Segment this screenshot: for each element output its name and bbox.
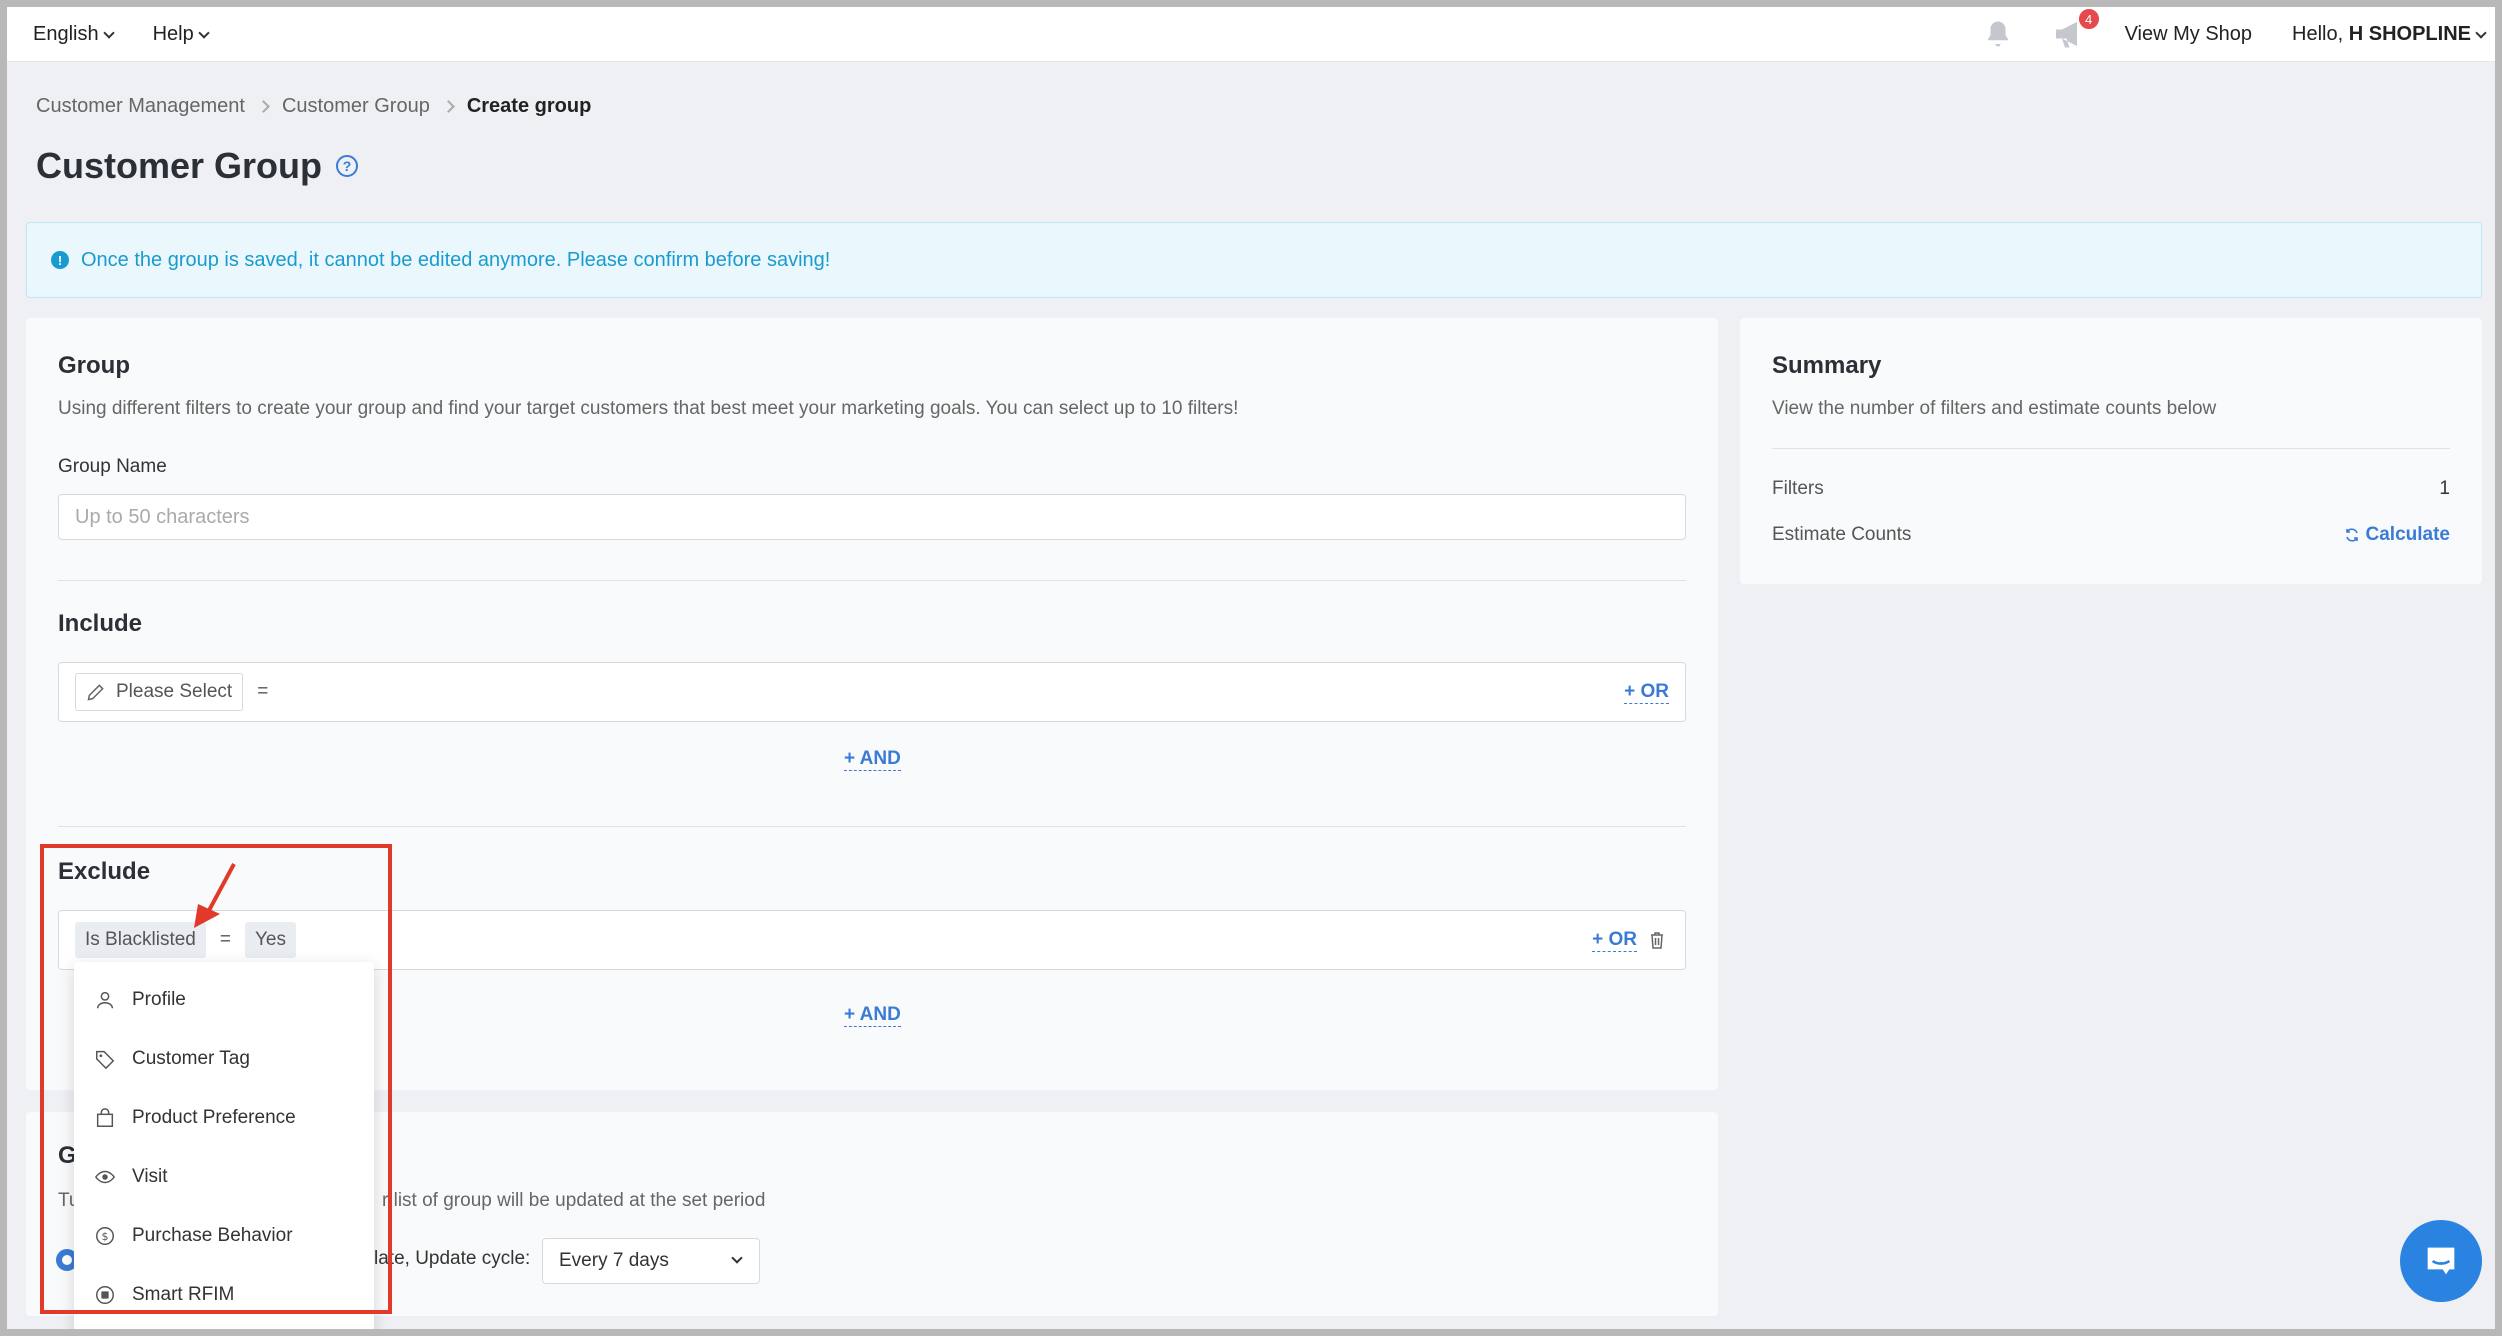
- chevron-down-icon: [2475, 26, 2487, 39]
- dropdown-item-label: Profile: [132, 988, 186, 1010]
- summary-description: View the number of filters and estimate …: [1772, 398, 2217, 419]
- bell-icon[interactable]: [1983, 19, 2013, 49]
- user-icon: [96, 991, 114, 1008]
- summary-title: Summary: [1772, 352, 1882, 379]
- chevron-right-icon: [257, 100, 270, 113]
- include-and-button[interactable]: + AND: [844, 748, 901, 771]
- announcement-button[interactable]: 4: [2053, 7, 2101, 49]
- dropdown-item-label: Customer Tag: [132, 1047, 250, 1069]
- language-menu[interactable]: English: [33, 22, 115, 46]
- estimate-counts-label: Estimate Counts: [1772, 524, 1912, 545]
- chat-support-button[interactable]: [2400, 1220, 2482, 1302]
- dropdown-item-product-preference[interactable]: Product Preference: [74, 1088, 374, 1147]
- breadcrumb-create-group: Create group: [466, 95, 592, 117]
- include-title: Include: [58, 610, 143, 637]
- group-title: Group: [58, 352, 130, 379]
- view-my-shop-link[interactable]: View My Shop: [2125, 23, 2252, 46]
- top-bar: English Help 4 View My Shop Hello, H SHO…: [7, 7, 2495, 62]
- info-icon: !: [51, 251, 69, 269]
- help-label: Help: [152, 22, 194, 45]
- notice-text: Once the group is saved, it cannot be ed…: [81, 248, 831, 271]
- dropdown-item-label: Purchase Behavior: [132, 1224, 293, 1246]
- filters-label: Filters: [1772, 478, 1824, 499]
- update-cycle-value: Every 7 days: [559, 1250, 669, 1271]
- calculate-button[interactable]: Calculate: [2344, 524, 2450, 546]
- help-menu[interactable]: Help: [152, 22, 210, 46]
- divider: [58, 580, 1686, 581]
- include-or-button[interactable]: + OR: [1624, 681, 1669, 704]
- summary-estimate-row: Estimate Counts Calculate: [1772, 524, 2450, 546]
- include-operator: =: [257, 681, 269, 702]
- update-cycle-select[interactable]: Every 7 days: [542, 1238, 760, 1284]
- exclude-filter-row: Is Blacklisted = Yes + OR: [58, 910, 1686, 970]
- svg-text:$: $: [102, 1230, 109, 1243]
- breadcrumb: Customer Management Customer Group Creat…: [36, 95, 591, 118]
- exclude-or-button[interactable]: + OR: [1592, 929, 1637, 952]
- group-description: Using different filters to create your g…: [58, 398, 1239, 419]
- dollar-icon: $: [96, 1226, 114, 1245]
- calculate-label: Calculate: [2365, 524, 2450, 545]
- eye-icon: [94, 1170, 116, 1183]
- breadcrumb-customer-management[interactable]: Customer Management: [36, 95, 245, 118]
- chat-icon: [2427, 1247, 2455, 1275]
- update-cycle-option-label: late, Update cycle:: [374, 1248, 531, 1269]
- dropdown-item-label: Visit: [132, 1165, 168, 1187]
- bag-icon: [96, 1107, 114, 1127]
- dropdown-item-customer-tag[interactable]: Customer Tag: [74, 1029, 374, 1088]
- refresh-icon: [2345, 528, 2358, 542]
- breadcrumb-customer-group[interactable]: Customer Group: [282, 95, 430, 118]
- notification-badge: 4: [2076, 7, 2101, 31]
- chevron-right-icon: [441, 100, 455, 113]
- page-title: Customer Group ?: [36, 145, 359, 187]
- group-name-input[interactable]: [58, 494, 1686, 540]
- chevron-down-icon: [198, 26, 210, 39]
- chevron-down-icon: [102, 26, 115, 39]
- user-name: H SHOPLINE: [2348, 22, 2471, 45]
- filter-category-dropdown: Profile Customer Tag Product Preference …: [74, 962, 374, 1336]
- dropdown-item-smart-rfim[interactable]: Smart RFIM: [74, 1265, 374, 1324]
- chevron-down-icon: [731, 1252, 743, 1264]
- exclude-value-select[interactable]: Yes: [244, 922, 296, 958]
- summary-filters-row: Filters 1: [1772, 478, 2450, 500]
- save-warning-notice: ! Once the group is saved, it cannot be …: [26, 222, 2482, 298]
- include-field-select[interactable]: Please Select: [75, 673, 244, 711]
- exclude-operator: =: [219, 929, 231, 950]
- trash-icon[interactable]: [1649, 931, 1665, 949]
- dropdown-item-profile[interactable]: Profile: [74, 970, 374, 1029]
- annotation-arrow-icon: [194, 863, 236, 928]
- dropdown-item-label: Product Preference: [132, 1106, 296, 1128]
- user-menu[interactable]: Hello, H SHOPLINE: [2292, 22, 2487, 46]
- page-title-text: Customer Group: [36, 145, 323, 186]
- include-field-label: Please Select: [116, 681, 233, 702]
- dropdown-item-purchase-behavior[interactable]: $ Purchase Behavior: [74, 1206, 374, 1265]
- dropdown-item-label: Smart RFIM: [132, 1283, 235, 1305]
- exclude-title: Exclude: [58, 858, 151, 885]
- exclude-and-button[interactable]: + AND: [844, 1004, 901, 1027]
- group-name-label: Group Name: [58, 456, 167, 477]
- exclude-field-select[interactable]: Is Blacklisted: [75, 922, 206, 958]
- update-cycle-desc-right: r list of group will be updated at the s…: [382, 1190, 766, 1211]
- hello-prefix: Hello,: [2292, 22, 2344, 45]
- tag-icon: [96, 1050, 115, 1069]
- pencil-icon: [87, 684, 104, 701]
- filters-count: 1: [2439, 478, 2450, 499]
- include-filter-row: Please Select = + OR: [58, 662, 1686, 722]
- dropdown-item-visit[interactable]: Visit: [74, 1147, 374, 1206]
- language-label: English: [33, 22, 99, 45]
- divider: [1772, 448, 2450, 449]
- rfim-icon: [96, 1285, 114, 1304]
- summary-card: Summary View the number of filters and e…: [1740, 318, 2482, 584]
- divider: [58, 826, 1686, 827]
- help-icon[interactable]: ?: [336, 155, 359, 177]
